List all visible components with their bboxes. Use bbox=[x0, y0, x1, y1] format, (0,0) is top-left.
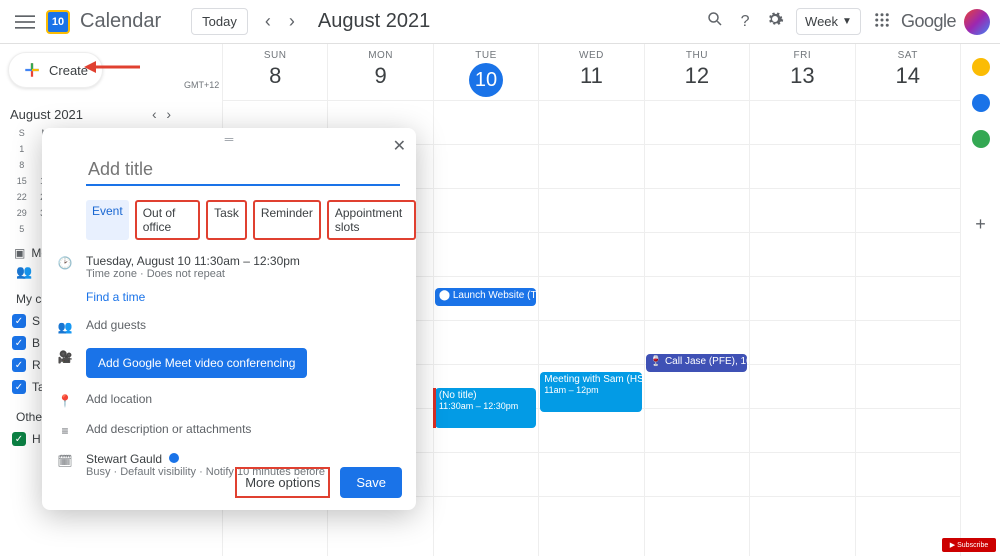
calendar-list-label: B bbox=[32, 336, 40, 350]
apps-grid-icon[interactable] bbox=[867, 11, 897, 32]
add-panel-icon[interactable]: + bbox=[975, 214, 986, 235]
meet-camera-icon: ▣ bbox=[14, 246, 25, 260]
day-column[interactable] bbox=[433, 100, 538, 556]
day-column[interactable] bbox=[855, 100, 960, 556]
checkbox-icon[interactable]: ✓ bbox=[12, 358, 26, 372]
meet-video-icon: 🎥 bbox=[56, 350, 74, 364]
current-month-label: August 2021 bbox=[318, 10, 430, 33]
view-selector-label: Week bbox=[805, 14, 838, 29]
side-panel: + bbox=[960, 44, 1000, 556]
close-icon[interactable]: ✕ bbox=[393, 136, 406, 156]
checkbox-icon[interactable]: ✓ bbox=[12, 380, 26, 394]
hamburger-icon[interactable] bbox=[10, 12, 40, 32]
timezone-label: GMT+12 bbox=[184, 44, 222, 100]
plus-icon bbox=[23, 61, 41, 79]
google-logo: Google bbox=[901, 11, 956, 32]
clock-icon: 🕑 bbox=[56, 256, 74, 270]
event-title-input[interactable] bbox=[86, 158, 400, 186]
annotation-arrow-icon bbox=[84, 58, 140, 79]
youtube-subscribe-badge[interactable]: ▶ Subscribe bbox=[942, 538, 996, 552]
chevron-down-icon: ▼ bbox=[842, 16, 852, 27]
avatar[interactable] bbox=[964, 9, 990, 35]
keep-icon[interactable] bbox=[972, 58, 990, 76]
tasks-icon[interactable] bbox=[972, 94, 990, 112]
help-icon[interactable]: ? bbox=[730, 13, 760, 31]
settings-gear-icon[interactable] bbox=[760, 10, 790, 33]
day-header[interactable]: WED11 bbox=[538, 44, 643, 100]
mini-month-label: August 2021 bbox=[10, 107, 83, 122]
calendar-list-label: H bbox=[32, 432, 41, 446]
tab-task[interactable]: Task bbox=[206, 200, 247, 240]
location-pin-icon: 📍 bbox=[56, 394, 74, 408]
youtube-icon: ▶ bbox=[950, 541, 955, 549]
checkbox-icon[interactable]: ✓ bbox=[12, 336, 26, 350]
day-header[interactable]: MON9 bbox=[327, 44, 432, 100]
maps-icon[interactable] bbox=[972, 130, 990, 148]
youtube-subscribe-label: Subscribe bbox=[957, 542, 988, 549]
day-column[interactable] bbox=[538, 100, 643, 556]
calendar-list-label: R bbox=[32, 358, 41, 372]
day-header[interactable]: SUN8 bbox=[222, 44, 327, 100]
people-icon: 👥 bbox=[56, 320, 74, 334]
tab-appointment-slots[interactable]: Appointment slots bbox=[327, 200, 416, 240]
checkbox-icon[interactable]: ✓ bbox=[12, 432, 26, 446]
find-a-time-link[interactable]: Find a time bbox=[86, 290, 300, 304]
event-chip[interactable]: (No title)11:30am – 12:30pm bbox=[435, 388, 536, 428]
tab-event[interactable]: Event bbox=[86, 200, 129, 240]
event-chip[interactable]: 🍷 Call Jase (PFE), 10:3 bbox=[646, 354, 747, 372]
today-button[interactable]: Today bbox=[191, 8, 248, 35]
add-meet-button[interactable]: Add Google Meet video conferencing bbox=[86, 348, 307, 378]
event-icon: 🍷 bbox=[650, 356, 662, 367]
event-chip[interactable]: ⬤ Launch Website (TS bbox=[435, 288, 536, 306]
add-guests-field[interactable]: Add guests bbox=[86, 318, 146, 332]
event-chip[interactable]: Meeting with Sam (HST11am – 12pm bbox=[540, 372, 641, 412]
day-column[interactable] bbox=[749, 100, 854, 556]
calendar-icon: 🗓 bbox=[56, 454, 74, 468]
calendar-logo-icon: 10 bbox=[46, 10, 70, 34]
description-icon: ≡ bbox=[56, 424, 74, 438]
event-icon: ⬤ bbox=[439, 290, 450, 301]
mini-next-icon[interactable]: › bbox=[163, 106, 174, 122]
search-icon[interactable] bbox=[700, 10, 730, 33]
next-week-icon[interactable]: › bbox=[282, 11, 302, 32]
tab-reminder[interactable]: Reminder bbox=[253, 200, 321, 240]
app-title: Calendar bbox=[80, 10, 161, 33]
view-selector[interactable]: Week ▼ bbox=[796, 8, 861, 35]
day-header[interactable]: TUE10 bbox=[433, 44, 538, 100]
add-location-field[interactable]: Add location bbox=[86, 392, 152, 406]
calendar-color-dot-icon bbox=[169, 453, 179, 463]
event-when-sub: Time zone · Does not repeat bbox=[86, 268, 300, 280]
checkbox-icon[interactable]: ✓ bbox=[12, 314, 26, 328]
day-header[interactable]: FRI13 bbox=[749, 44, 854, 100]
organizer-name: Stewart Gauld bbox=[86, 452, 162, 466]
day-header[interactable]: THU12 bbox=[644, 44, 749, 100]
save-button[interactable]: Save bbox=[340, 467, 402, 498]
add-description-field[interactable]: Add description or attachments bbox=[86, 422, 251, 436]
event-when-line[interactable]: Tuesday, August 10 11:30am – 12:30pm bbox=[86, 254, 300, 268]
prev-week-icon[interactable]: ‹ bbox=[258, 11, 278, 32]
more-options-button[interactable]: More options bbox=[235, 467, 330, 498]
day-column[interactable] bbox=[644, 100, 749, 556]
popup-drag-handle-icon[interactable]: ═ bbox=[42, 128, 416, 146]
mini-prev-icon[interactable]: ‹ bbox=[149, 106, 160, 122]
app-header: 10 Calendar Today ‹ › August 2021 ? Week… bbox=[0, 0, 1000, 44]
quick-create-popup: ═ ✕ Event Out of office Task Reminder Ap… bbox=[42, 128, 416, 510]
tab-out-of-office[interactable]: Out of office bbox=[135, 200, 200, 240]
create-button-label: Create bbox=[49, 63, 88, 78]
calendar-list-label: S bbox=[32, 314, 40, 328]
day-header[interactable]: SAT14 bbox=[855, 44, 960, 100]
